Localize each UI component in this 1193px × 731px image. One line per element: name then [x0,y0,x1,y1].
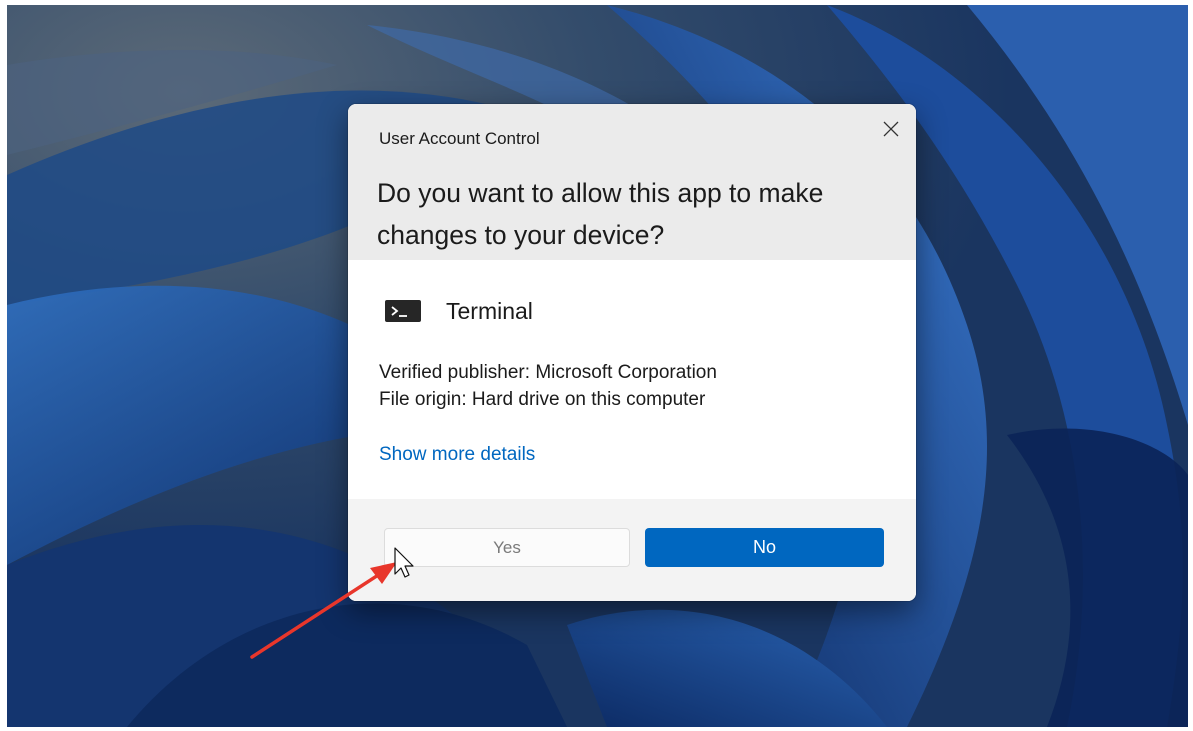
close-button[interactable] [874,112,908,146]
publisher-info: Verified publisher: Microsoft Corporatio… [379,362,717,383]
app-info: Terminal [385,294,533,328]
desktop: User Account Control Do you want to allo… [7,5,1188,727]
close-icon [883,121,899,137]
dialog-title: User Account Control [379,129,540,148]
dialog-header: User Account Control Do you want to allo… [348,104,916,260]
show-more-details-link[interactable]: Show more details [379,444,535,466]
terminal-icon [385,300,421,322]
yes-button[interactable]: Yes [384,528,630,567]
file-origin-info: File origin: Hard drive on this computer [379,389,706,410]
dialog-footer: Yes No [348,499,916,601]
app-name: Terminal [446,297,533,324]
no-button[interactable]: No [645,528,884,567]
uac-dialog: User Account Control Do you want to allo… [348,104,916,601]
dialog-question: Do you want to allow this app to make ch… [377,178,824,250]
